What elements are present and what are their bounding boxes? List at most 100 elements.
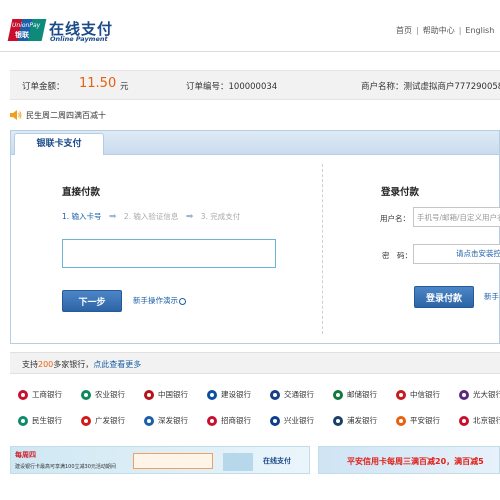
- logo-badge-en: UnionPay: [12, 22, 41, 29]
- logo-badge-cn: 银联: [15, 31, 29, 39]
- order-number: 订单编号：100000034: [186, 82, 278, 92]
- step-arrow-icon: ➡: [108, 211, 117, 222]
- play-icon: [179, 297, 186, 305]
- bank-item[interactable]: 中信银行: [396, 389, 440, 402]
- bank-logo-icon: [333, 389, 343, 400]
- link-divider: |: [416, 26, 419, 35]
- demo-link[interactable]: 新手操作演示: [133, 295, 186, 306]
- bank-logo-icon: [144, 389, 154, 400]
- help-center-link[interactable]: 帮助中心: [423, 25, 455, 36]
- bank-logo-icon: [459, 389, 469, 400]
- ad-banner-pingan[interactable]: 平安信用卡每周三满百减20，满百减5: [318, 446, 500, 474]
- bank-logo-icon: [207, 389, 217, 400]
- bank-item[interactable]: 交通银行: [270, 389, 314, 402]
- bank-item[interactable]: 兴业银行: [270, 415, 314, 428]
- bank-name: 平安银行: [410, 416, 440, 425]
- ad1-brand: 在线支付: [263, 457, 291, 465]
- bank-logo-icon: [270, 415, 280, 426]
- tab-unionpay-card[interactable]: 银联卡支付: [14, 133, 104, 155]
- bank-logo-icon: [18, 389, 28, 400]
- bank-name: 光大银行: [473, 390, 500, 399]
- login-pay-title: 登录付款: [381, 187, 420, 198]
- amount-label: 订单金额：: [22, 82, 65, 92]
- bank-item[interactable]: 民生银行: [18, 415, 62, 428]
- username-label: 用户名：: [380, 214, 410, 223]
- ad-banners: 每周四 建设银行卡最高可享满100立减30元活动期间 在线支付 平安信用卡每周三…: [10, 446, 500, 474]
- home-link[interactable]: 首页: [396, 25, 412, 36]
- bank-logo-icon: [396, 389, 406, 400]
- notice-text[interactable]: 民生周二周四满百减十: [26, 110, 106, 121]
- ad1-offer-box: [133, 453, 213, 469]
- card-number-input[interactable]: [62, 239, 276, 268]
- bank-name: 邮储银行: [347, 390, 377, 399]
- demo-link-label: 新手操作演示: [133, 296, 178, 305]
- bank-item[interactable]: 深发银行: [144, 415, 188, 428]
- bank-list: 工商银行 农业银行 中国银行 建设银行 交通银行 邮储银行 中信银行 光大银行民生银行 广发银行…: [18, 385, 500, 437]
- bank-logo-icon: [459, 415, 469, 426]
- step-enter-card: 1. 输入卡号: [62, 212, 102, 221]
- pay-steps: 1. 输入卡号 ➡ 2. 输入验证信息 ➡ 3. 完成支付: [62, 211, 240, 222]
- supported-banks-bar: 支持200多家银行，点此查看更多: [10, 352, 500, 374]
- bank-logo-icon: [333, 415, 343, 426]
- bank-name: 民生银行: [32, 416, 62, 425]
- bank-item[interactable]: 建设银行: [207, 389, 251, 402]
- install-plugin-link[interactable]: 请点击安装控件: [456, 249, 500, 258]
- bank-logo-icon: [18, 415, 28, 426]
- ad2-text: 平安信用卡每周三满百减20，满百减5: [347, 457, 484, 466]
- bank-logo-icon: [81, 389, 91, 400]
- bank-name: 深发银行: [158, 416, 188, 425]
- bank-logo-icon: [207, 415, 217, 426]
- password-field[interactable]: 请点击安装控件: [413, 244, 500, 264]
- bank-item[interactable]: 广发银行: [81, 415, 125, 428]
- bank-name: 工商银行: [32, 390, 62, 399]
- step-complete: 3. 完成支付: [200, 212, 241, 221]
- bank-item[interactable]: 平安银行: [396, 415, 440, 428]
- bank-logo-icon: [144, 415, 154, 426]
- password-label: 密 码：: [382, 251, 412, 260]
- next-step-button[interactable]: 下一步: [62, 290, 122, 312]
- merchant-name: 商户名称：测试虚拟商户777290058: [361, 82, 500, 92]
- login-help-link[interactable]: 新手: [484, 291, 499, 302]
- bank-item[interactable]: 中国银行: [144, 389, 188, 402]
- bank-name: 广发银行: [95, 416, 125, 425]
- bank-name: 兴业银行: [284, 416, 314, 425]
- panel-divider: [322, 164, 323, 334]
- bank-item[interactable]: 工商银行: [18, 389, 62, 402]
- english-link[interactable]: English: [465, 26, 494, 35]
- ad1-text: 建设银行卡最高可享满100立减30元活动期间: [15, 464, 116, 470]
- bank-item[interactable]: 北京银行: [459, 415, 500, 428]
- bank-name: 浦发银行: [347, 416, 377, 425]
- banks-count: 200: [38, 360, 54, 369]
- link-divider: |: [458, 26, 462, 35]
- banks-summary: 支持200多家银行，点此查看更多: [22, 359, 141, 370]
- view-more-banks-link[interactable]: 点此查看更多: [93, 360, 141, 369]
- bank-item[interactable]: 邮储银行: [333, 389, 377, 402]
- bank-logo-icon: [270, 389, 280, 400]
- bank-logo-icon: [396, 415, 406, 426]
- bank-logo-icon: [81, 415, 91, 426]
- step-verify: 2. 输入验证信息: [123, 212, 179, 221]
- bank-name: 中信银行: [410, 390, 440, 399]
- order-amount: 11.50: [79, 76, 117, 91]
- direct-pay-title: 直接付款: [62, 187, 101, 198]
- ad-banner-ccb[interactable]: 每周四 建设银行卡最高可享满100立减30元活动期间 在线支付: [10, 446, 310, 474]
- bank-item[interactable]: 招商银行: [207, 415, 251, 428]
- speaker-icon: [10, 110, 22, 120]
- bank-name: 交通银行: [284, 390, 314, 399]
- bank-name: 北京银行: [473, 416, 500, 425]
- ad1-title: 每周四: [15, 451, 36, 459]
- login-pay-button[interactable]: 登录付款: [414, 286, 474, 308]
- bank-name: 中国银行: [158, 390, 188, 399]
- unionpay-logo[interactable]: UnionPay 银联: [7, 19, 47, 41]
- logo-subtitle: Online Payment: [50, 35, 108, 43]
- step-arrow-icon: ➡: [185, 211, 194, 222]
- bank-name: 农业银行: [95, 390, 125, 399]
- bank-item[interactable]: 光大银行: [459, 389, 500, 402]
- bank-item[interactable]: 浦发银行: [333, 415, 377, 428]
- top-links: 首页 | 帮助中心 | English: [396, 25, 494, 36]
- bank-item[interactable]: 农业银行: [81, 389, 125, 402]
- banks-suffix: 多家银行，: [53, 360, 94, 369]
- username-input[interactable]: [413, 207, 500, 227]
- order-info-bar: 订单金额： 11.50 元 订单编号：100000034 商户名称：测试虚拟商户…: [10, 70, 500, 100]
- ad1-illustration: [223, 453, 253, 471]
